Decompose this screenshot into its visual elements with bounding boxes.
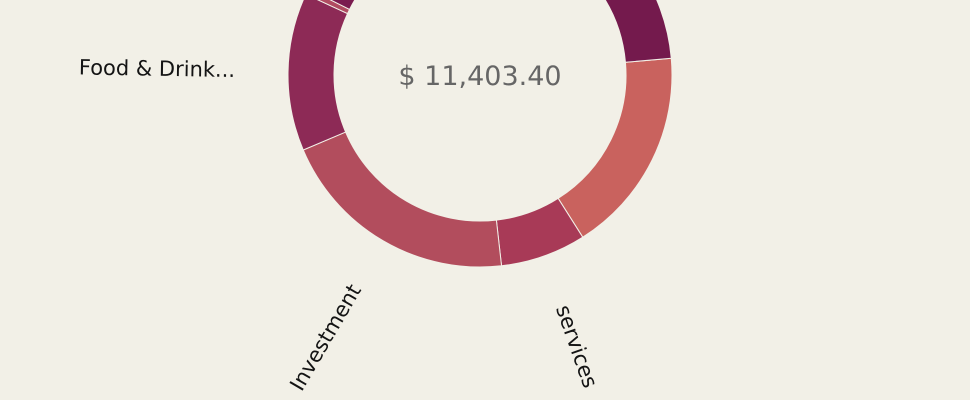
slice-label: Food & Drink... <box>79 55 236 82</box>
donut-slice[interactable] <box>287 0 349 151</box>
donut-slice[interactable] <box>302 131 503 268</box>
donut-slice[interactable] <box>361 0 672 63</box>
donut-slice[interactable] <box>557 57 673 238</box>
slice-label: services <box>551 302 602 391</box>
slice-label: Investment <box>285 280 366 395</box>
donut-slices <box>287 0 673 268</box>
donut-chart: servicesInvestmentFood & Drink...Clothin… <box>79 0 673 395</box>
total-amount: $ 11,403.40 <box>398 61 561 92</box>
donut-chart-area: servicesInvestmentFood & Drink...Clothin… <box>0 0 970 400</box>
